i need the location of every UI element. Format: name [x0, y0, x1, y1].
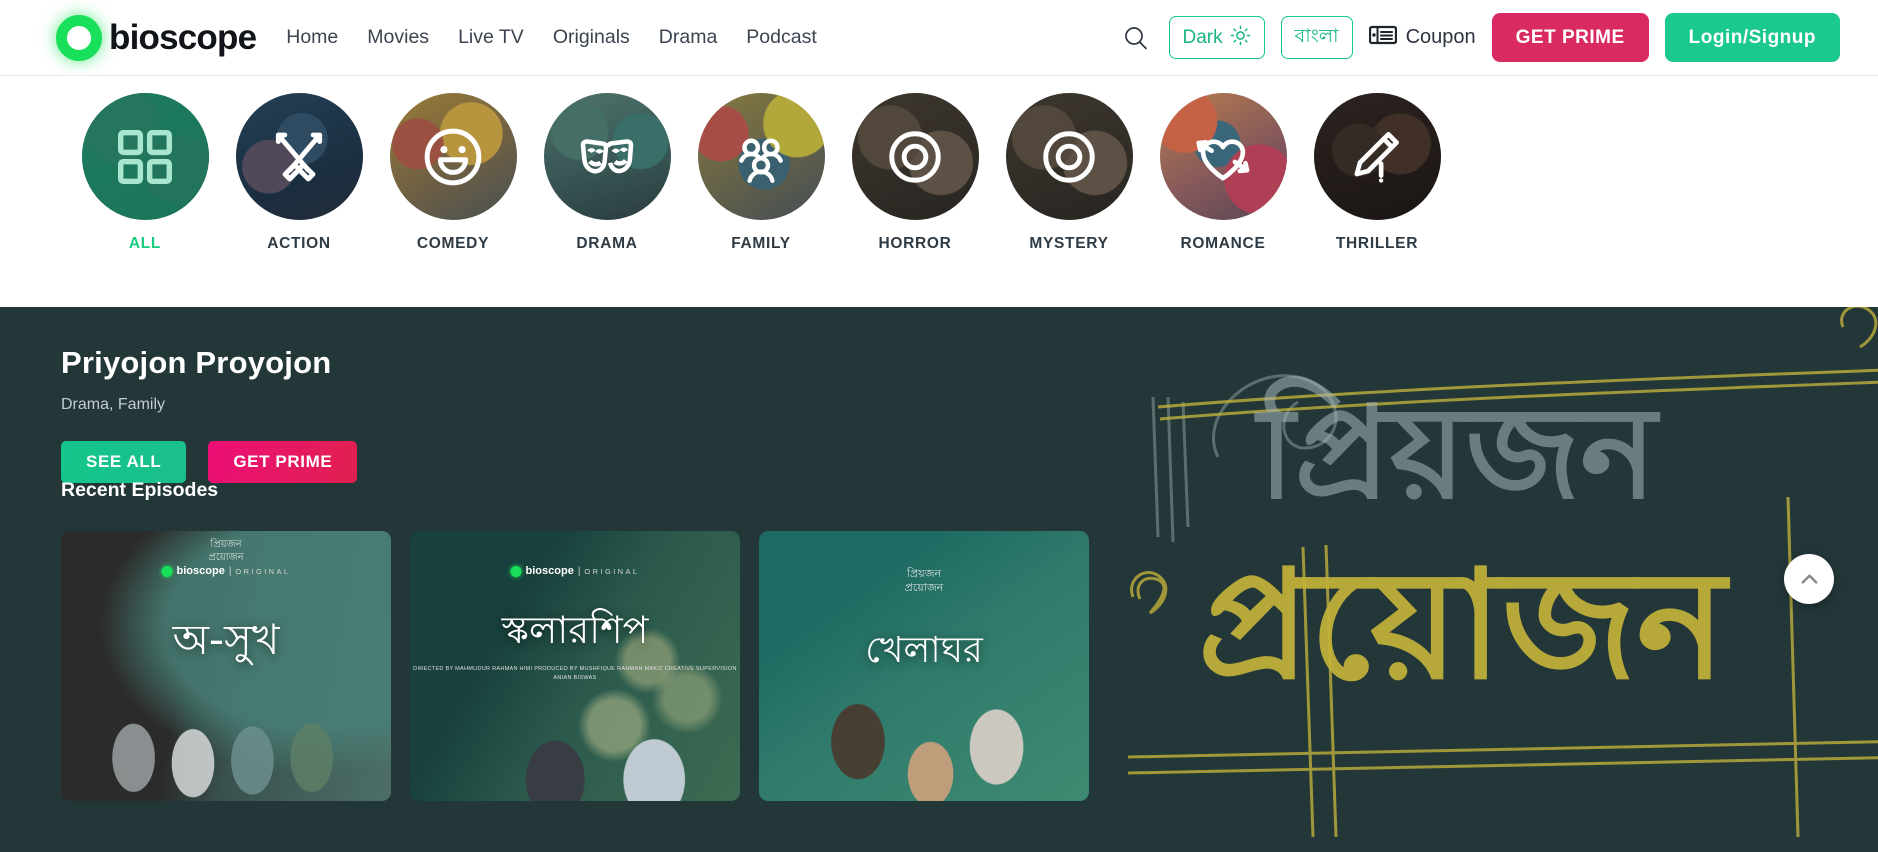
episode-card[interactable]: bioscope | ORIGINAL স্কলারশিপ DIRECTED B…: [410, 531, 740, 801]
category-label-mystery: MYSTERY: [1029, 235, 1109, 252]
brand-separator: |: [228, 565, 232, 577]
episode-brand-sub: ORIGINAL: [235, 566, 291, 576]
category-thumb-drama: [543, 93, 671, 220]
coupon-button[interactable]: Coupon: [1368, 24, 1476, 51]
coupon-label: Coupon: [1405, 26, 1476, 48]
category-item-family[interactable]: FAMILY: [684, 93, 838, 253]
target-icon: [1043, 130, 1095, 183]
hero-genres: Drama, Family: [61, 396, 166, 413]
category-label-action: ACTION: [267, 235, 331, 252]
category-thumb-thriller: [1313, 93, 1441, 220]
category-label-comedy: COMEDY: [416, 235, 490, 252]
category-thumb-horror: [851, 93, 979, 220]
episode-series-mark: প্রিয়জন প্রয়োজন: [904, 567, 944, 594]
episode-brand-name: bioscope: [525, 565, 574, 577]
site-header: bioscope Home Movies Live TV Originals D…: [0, 0, 1878, 76]
episode-title: খেলাঘর: [865, 630, 983, 671]
chevron-up-icon: [1801, 574, 1817, 584]
episode-card[interactable]: প্রিয়জন প্রয়োজন bioscope | ORIGINAL অ-স…: [61, 531, 391, 801]
nav-item-movies[interactable]: Movies: [367, 26, 429, 49]
grid-icon: [118, 129, 172, 184]
category-item-romance[interactable]: ROMANCE: [1146, 93, 1300, 253]
svg-text:প্রিয়জন: প্রিয়জন: [1254, 376, 1661, 528]
bioscope-dot-icon: [161, 565, 173, 577]
nav-item-drama[interactable]: Drama: [659, 26, 718, 49]
header-actions: Dark বাংলা Coupon GET PRIME Login/Signup: [1119, 13, 1857, 62]
category-item-thriller[interactable]: THRILLER: [1300, 93, 1454, 253]
hero-title: Priyojon Proyojon: [61, 345, 332, 380]
people-icon: [739, 138, 783, 183]
category-thumb-family: [697, 93, 825, 220]
category-label-thriller: THRILLER: [1335, 235, 1419, 252]
category-thumb-action: [235, 93, 363, 220]
search-icon[interactable]: [1119, 21, 1153, 55]
knife-icon: [1354, 131, 1399, 183]
svg-text:প্রয়োজন: প্রয়োজন: [1198, 539, 1730, 713]
recent-episodes-title: Recent Episodes: [61, 479, 219, 501]
episode-brand-sub: ORIGINAL: [584, 566, 640, 576]
theme-toggle-label: Dark: [1182, 26, 1223, 48]
hero-artwork: প্রিয়জন প্রয়োজন: [1127, 307, 1878, 838]
swords-icon: [275, 132, 323, 181]
theme-toggle-button[interactable]: Dark: [1168, 16, 1265, 59]
episode-title: অ-সুখ: [172, 615, 280, 664]
recent-episodes-list: প্রিয়জন প্রয়োজন bioscope | ORIGINAL অ-স…: [61, 531, 1089, 801]
category-label-drama: DRAMA: [576, 235, 638, 252]
category-label-family: FAMILY: [731, 235, 791, 252]
episode-series-mark: প্রিয়জন প্রয়োজন: [208, 539, 244, 563]
category-item-mystery[interactable]: MYSTERY: [992, 93, 1146, 253]
episode-card[interactable]: প্রিয়জন প্রয়োজন খেলাঘর: [759, 531, 1089, 801]
ticket-icon: [1368, 24, 1397, 51]
language-toggle-button[interactable]: বাংলা: [1280, 16, 1353, 59]
hero-content: Priyojon Proyojon Drama, Family SEE ALL …: [61, 345, 358, 483]
hero-actions: SEE ALL GET PRIME: [61, 441, 358, 483]
nav-item-live-tv[interactable]: Live TV: [458, 26, 524, 49]
episode-credits: DIRECTED BY MAHMUDUR RAHMAN HIMI PRODUCE…: [413, 666, 737, 682]
category-thumb-all: [81, 93, 209, 220]
brand-name: bioscope: [109, 17, 257, 57]
main-nav: Home Movies Live TV Originals Drama Podc…: [286, 26, 817, 49]
category-item-comedy[interactable]: COMEDY: [376, 93, 530, 253]
category-strip: ALL ACTION COMEDY DRAMA FAMILY HORROR MY…: [0, 77, 1878, 307]
hero-banner: প্রিয়জন প্রয়োজন Priyojon Proyojon Dram…: [0, 307, 1878, 852]
heart-arrow-icon: [1196, 138, 1250, 181]
category-item-horror[interactable]: HORROR: [838, 93, 992, 253]
brand-logo[interactable]: bioscope: [56, 14, 257, 61]
smiley-icon: [424, 128, 482, 185]
category-item-all[interactable]: ALL: [68, 93, 222, 253]
target-icon: [889, 130, 941, 183]
category-label-all: ALL: [128, 235, 162, 252]
bioscope-dot-icon: [510, 565, 522, 577]
episode-brand-logo: bioscope | ORIGINAL: [510, 565, 640, 577]
category-item-drama[interactable]: DRAMA: [530, 93, 684, 253]
episode-brand-name: bioscope: [176, 565, 225, 577]
masks-icon: [580, 138, 634, 173]
nav-item-home[interactable]: Home: [286, 26, 338, 49]
category-thumb-mystery: [1005, 93, 1133, 220]
category-thumb-comedy: [389, 93, 517, 220]
bioscope-ring-logo-icon: [56, 14, 102, 61]
category-label-horror: HORROR: [878, 235, 952, 252]
see-all-button[interactable]: SEE ALL: [61, 441, 187, 483]
hero-get-prime-button[interactable]: GET PRIME: [208, 441, 358, 483]
nav-item-originals[interactable]: Originals: [553, 26, 630, 49]
scroll-to-top-button[interactable]: [1784, 554, 1834, 604]
get-prime-button[interactable]: GET PRIME: [1491, 13, 1649, 62]
nav-item-podcast[interactable]: Podcast: [746, 26, 816, 49]
sun-icon: [1230, 25, 1251, 51]
category-label-romance: ROMANCE: [1180, 235, 1266, 252]
login-signup-button[interactable]: Login/Signup: [1664, 13, 1840, 62]
language-toggle-label: বাংলা: [1294, 24, 1339, 47]
category-thumb-romance: [1159, 93, 1287, 220]
brand-separator: |: [577, 565, 581, 577]
category-item-action[interactable]: ACTION: [222, 93, 376, 253]
episode-title: স্কলারশিপ: [501, 608, 649, 652]
episode-brand-logo: bioscope | ORIGINAL: [161, 565, 291, 577]
